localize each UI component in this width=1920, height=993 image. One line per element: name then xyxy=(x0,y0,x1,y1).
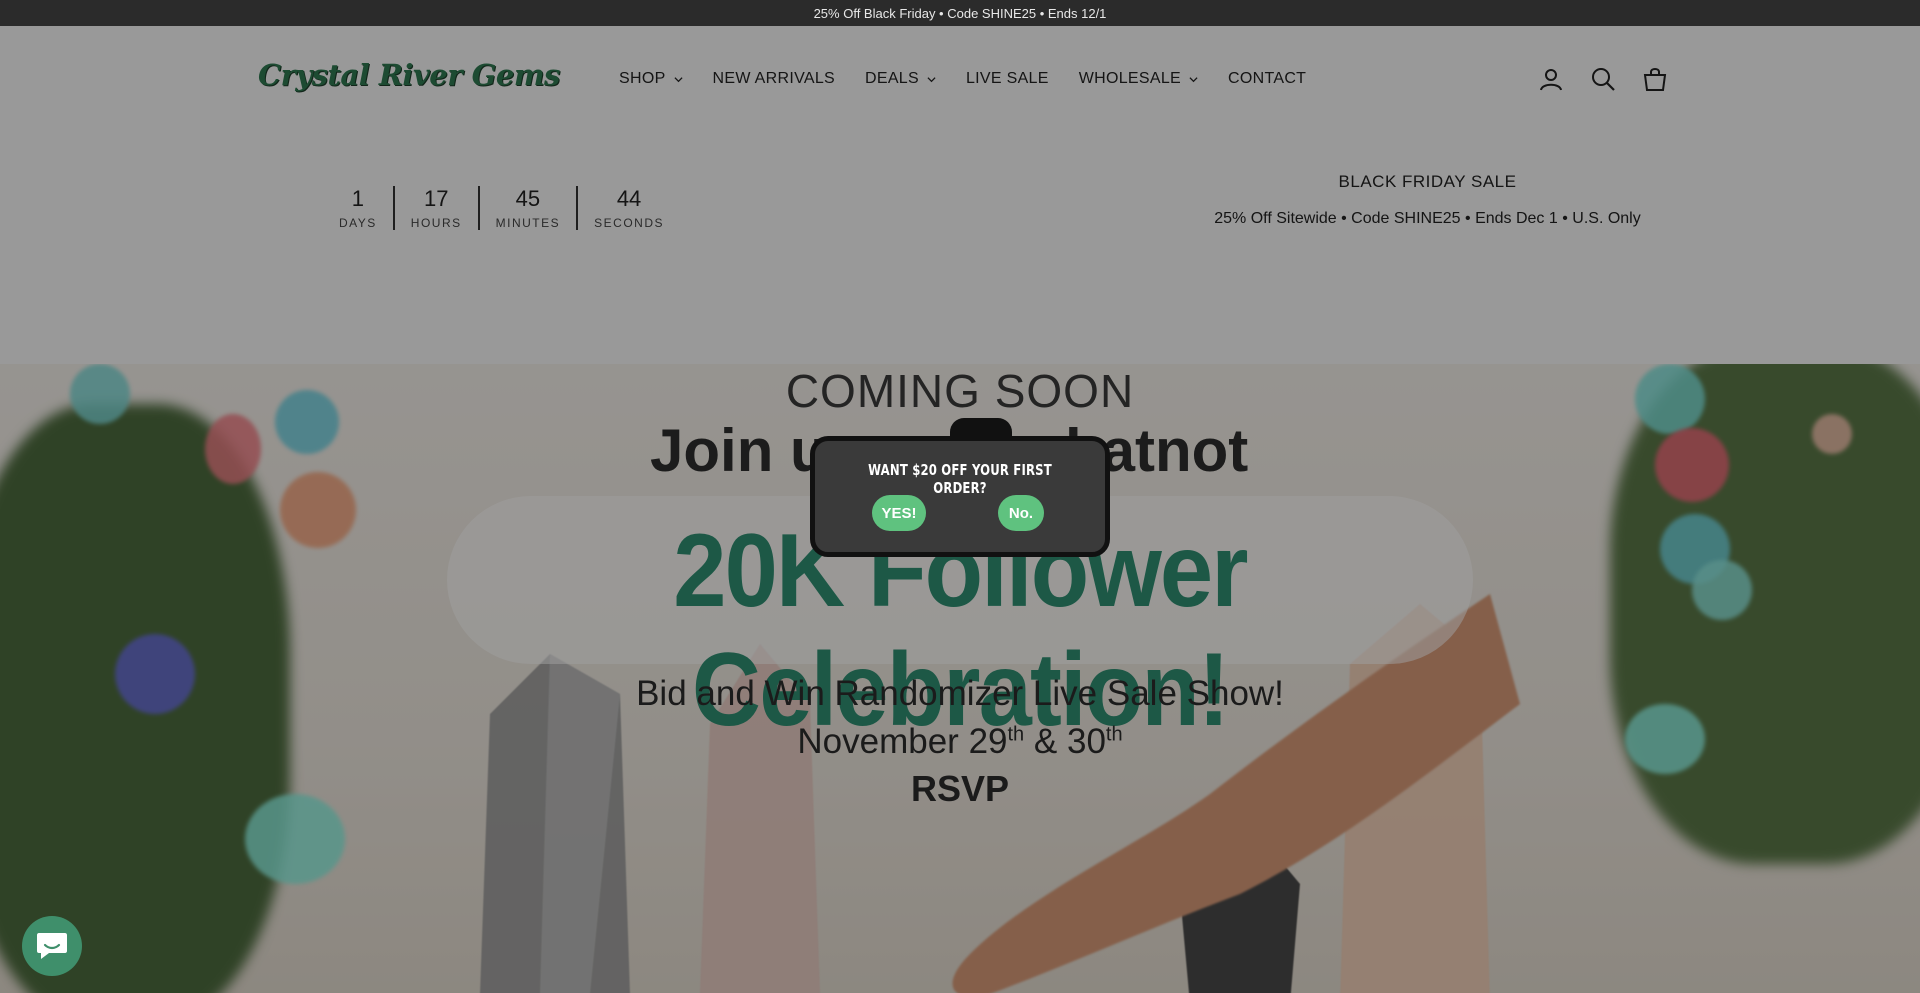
countdown-label: HOURS xyxy=(410,216,462,230)
popup-no-button[interactable]: No. xyxy=(998,495,1044,531)
countdown-value: 1 xyxy=(351,186,365,211)
countdown-value: 45 xyxy=(515,186,541,211)
nav-item-label: SHOP xyxy=(619,70,666,87)
main-nav: SHOP NEW ARRIVALS DEALS LIVE SALE WHOLES… xyxy=(619,70,1336,88)
countdown-timer: 1 DAYS 17 HOURS 45 MINUTES 44 SECONDS xyxy=(323,186,680,230)
hero-coming-soon: COMING SOON xyxy=(785,365,1135,417)
countdown-value: 44 xyxy=(616,186,642,211)
search-icon[interactable] xyxy=(1590,66,1616,92)
nav-item-shop[interactable]: SHOP xyxy=(619,70,683,88)
chat-icon xyxy=(37,933,67,959)
chevron-down-icon xyxy=(674,76,683,82)
hero-date-part: & 30 xyxy=(1024,722,1106,761)
popup-yes-button[interactable]: YES! xyxy=(872,495,926,531)
bokeh-light xyxy=(1692,560,1752,620)
chevron-down-icon xyxy=(927,76,936,82)
bokeh-light xyxy=(1655,428,1729,502)
cart-icon[interactable] xyxy=(1642,66,1668,92)
nav-item-new-arrivals[interactable]: NEW ARRIVALS xyxy=(713,70,835,88)
site-header: Crystal River Gems SHOP NEW ARRIVALS DEA… xyxy=(0,26,1920,130)
chevron-down-icon xyxy=(1189,76,1198,82)
announcement-bar: 25% Off Black Friday • Code SHINE25 • En… xyxy=(0,0,1920,26)
hero-join-text-left: Join u xyxy=(650,417,827,484)
nav-item-label: NEW ARRIVALS xyxy=(712,70,835,87)
countdown-label: DAYS xyxy=(339,216,377,230)
header-icons xyxy=(1538,66,1668,92)
nav-item-label: WHOLESALE xyxy=(1078,70,1182,87)
countdown-label: SECONDS xyxy=(594,216,664,230)
discount-popup: WANT $20 OFF YOUR FIRST ORDER? YES! No. xyxy=(810,436,1110,557)
bokeh-light xyxy=(280,472,356,548)
bokeh-light xyxy=(205,414,261,484)
hero-subheadline: Bid and Win Randomizer Live Sale Show! xyxy=(636,674,1284,713)
countdown-days: 1 DAYS xyxy=(323,186,393,230)
nav-item-deals[interactable]: DEALS xyxy=(865,70,936,88)
sale-subtitle: 25% Off Sitewide • Code SHINE25 • Ends D… xyxy=(1214,210,1641,227)
nav-item-live-sale[interactable]: LIVE SALE xyxy=(966,70,1049,88)
hero-date-suffix: th xyxy=(1007,723,1025,746)
hero-date-part: November 29 xyxy=(797,722,1008,761)
countdown-label: MINUTES xyxy=(495,216,561,230)
popup-title: WANT $20 OFF YOUR FIRST ORDER? xyxy=(868,461,1052,497)
hero-dates: November 29th & 30th xyxy=(0,722,1920,762)
sale-title: BLACK FRIDAY SALE xyxy=(1338,172,1517,191)
nav-item-wholesale[interactable]: WHOLESALE xyxy=(1079,70,1198,88)
nav-item-label: CONTACT xyxy=(1228,70,1307,87)
announcement-text: 25% Off Black Friday • Code SHINE25 • En… xyxy=(813,5,1107,21)
countdown-hours: 17 HOURS xyxy=(392,186,478,230)
nav-item-contact[interactable]: CONTACT xyxy=(1228,70,1306,88)
nav-item-label: DEALS xyxy=(865,70,919,87)
countdown-seconds: 44 SECONDS xyxy=(576,186,680,230)
bokeh-light xyxy=(1812,414,1852,454)
hero-rsvp[interactable]: RSVP xyxy=(0,768,1920,810)
countdown-value: 17 xyxy=(423,186,449,211)
site-logo[interactable]: Crystal River Gems xyxy=(258,58,560,92)
account-icon[interactable] xyxy=(1538,66,1564,92)
nav-item-label: LIVE SALE xyxy=(965,70,1049,87)
countdown-minutes: 45 MINUTES xyxy=(477,186,577,230)
hero-date-suffix: th xyxy=(1105,723,1123,746)
promo-countdown-section: 1 DAYS 17 HOURS 45 MINUTES 44 SECONDS BL… xyxy=(0,130,1920,364)
chat-button[interactable] xyxy=(22,916,82,976)
